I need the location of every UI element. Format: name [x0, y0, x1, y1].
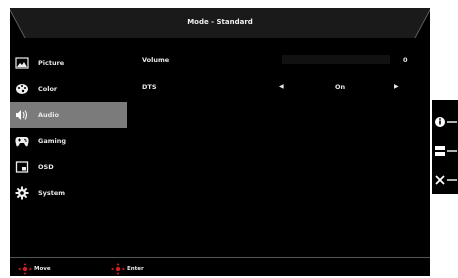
enter-label: Enter: [127, 266, 144, 272]
sidebar-item-label: Picture: [38, 59, 65, 67]
sidebar-item-osd[interactable]: OSD: [10, 154, 127, 180]
sidebar-item-label: System: [38, 189, 66, 197]
menu-button[interactable]: [432, 141, 458, 161]
info-icon: [435, 117, 457, 127]
color-palette-icon: [15, 82, 29, 96]
sidebar-item-picture[interactable]: Picture: [10, 50, 127, 76]
footer-move-hint: Move: [18, 263, 51, 275]
header-tab: Mode - Standard: [10, 8, 430, 38]
close-button[interactable]: [432, 170, 458, 190]
volume-slider[interactable]: [282, 55, 390, 64]
footer-divider: [10, 257, 430, 258]
dts-row[interactable]: DTS ◀ On ▶: [142, 77, 430, 104]
sidebar: Picture Color Audio Gaming OSD System: [10, 50, 127, 206]
dts-label: DTS: [142, 83, 157, 91]
settings-panel: Volume 0 DTS ◀ On ▶: [142, 50, 430, 104]
sidebar-item-audio[interactable]: Audio: [10, 102, 127, 128]
sidebar-item-label: Color: [38, 85, 58, 93]
info-button[interactable]: [432, 112, 458, 132]
menu-icon: [435, 146, 457, 156]
arrow-right-icon[interactable]: ▶: [394, 83, 399, 90]
sidebar-item-label: Gaming: [38, 137, 67, 145]
osd-menu: Mode - Standard Picture Color Audio Gami…: [10, 8, 430, 276]
osd-window-icon: [15, 160, 29, 174]
sidebar-item-label: Audio: [38, 111, 60, 119]
hotkey-panel: [432, 100, 458, 194]
move-nav-icon: [18, 263, 32, 275]
close-icon: [435, 175, 457, 185]
page-title: Mode - Standard: [187, 18, 253, 26]
gamepad-icon: [15, 134, 29, 148]
volume-label: Volume: [142, 56, 170, 64]
footer-enter-hint: Enter: [111, 263, 144, 275]
sidebar-item-gaming[interactable]: Gaming: [10, 128, 127, 154]
dts-value: On: [335, 83, 346, 91]
sidebar-item-system[interactable]: System: [10, 180, 127, 206]
sidebar-item-label: OSD: [38, 163, 54, 171]
move-label: Move: [34, 266, 51, 272]
speaker-icon: [15, 108, 29, 122]
arrow-left-icon[interactable]: ◀: [279, 83, 284, 90]
volume-row[interactable]: Volume 0: [142, 50, 430, 77]
enter-nav-icon: [111, 263, 125, 275]
gear-icon: [15, 186, 29, 200]
picture-icon: [15, 56, 29, 70]
sidebar-item-color[interactable]: Color: [10, 76, 127, 102]
volume-value: 0: [403, 56, 408, 64]
